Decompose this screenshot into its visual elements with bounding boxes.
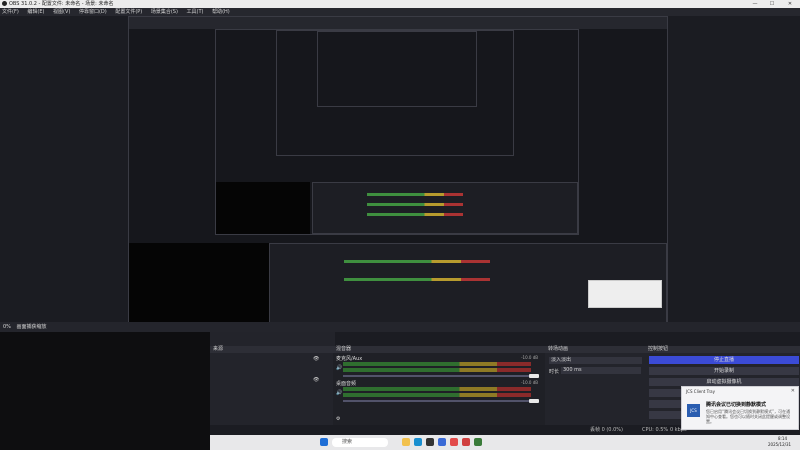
menu-help[interactable]: 帮助(H) — [212, 9, 230, 15]
volume-knob[interactable] — [529, 399, 539, 403]
gear-icon[interactable]: ⚙ — [336, 416, 340, 422]
toast-title: 腾讯会议已切换到静默模式 — [706, 402, 767, 408]
window-titlebar: OBS 31.0.2 - 配置文件: 未命名 - 场景: 未命名 — ☐ ✕ — [0, 0, 800, 8]
edge-icon[interactable] — [414, 438, 422, 446]
visibility-icon[interactable]: 👁 — [313, 377, 319, 383]
transition-select[interactable]: 淡入淡出 — [549, 357, 642, 364]
volume-slider[interactable] — [343, 375, 538, 377]
level-meter — [343, 387, 531, 391]
menu-bar: 文件(F) 编辑(E) 视图(V) 停靠窗口(D) 配置文件(P) 场景集合(S… — [0, 8, 800, 16]
controls-title: 控制按钮 — [645, 346, 800, 353]
duration-label: 时长 — [549, 369, 560, 375]
cpu-usage: CPU: 0.5% — [642, 427, 669, 433]
mixer-track: 桌面音频 -10.0 dB 🔊 — [336, 380, 542, 403]
capture-frame-3 — [276, 30, 514, 156]
capture-frame-2 — [215, 29, 579, 235]
track-db: -10.0 dB — [521, 380, 538, 385]
menu-docks[interactable]: 停靠窗口(D) — [79, 9, 107, 15]
menu-file[interactable]: 文件(F) — [2, 9, 19, 15]
clock-time[interactable]: 8:14 — [778, 436, 787, 441]
transitions-dock: 转场动画 淡入淡出 时长 300 ms — [545, 346, 645, 425]
menu-profile[interactable]: 配置文件(P) — [115, 9, 142, 15]
zoom-value[interactable]: 0% — [3, 324, 11, 330]
file-explorer-icon[interactable] — [402, 438, 410, 446]
obs-logo-icon — [2, 1, 7, 6]
scene-bar: 0% 画面捕获缩放 — [0, 322, 800, 332]
volume-knob[interactable] — [529, 374, 539, 378]
toast-app-name: JCS Client Tray — [686, 389, 715, 394]
sources-title: 来源 — [210, 346, 335, 353]
toast-body: 您已启用“腾讯会议已切换到静默模式”，可在通知中心查看。您也可以随时关闭此提醒或… — [706, 409, 791, 424]
audio-mixer: 混音器 麦克风/Aux -10.0 dB 🔊 桌面音频 -10.0 dB 🔊 ⚙ — [333, 346, 545, 425]
zoom-label[interactable]: 画面捕获缩放 — [17, 324, 47, 330]
capture-frame-1 — [128, 16, 668, 323]
speaker-icon[interactable]: 🔊 — [336, 390, 342, 396]
app-logo-icon: JCS — [687, 404, 700, 417]
level-meter — [343, 393, 531, 397]
menu-edit[interactable]: 编辑(E) — [27, 9, 44, 15]
speaker-icon[interactable]: 🔊 — [336, 365, 342, 371]
level-meter — [343, 362, 531, 366]
menu-scene-collection[interactable]: 场景集合(S) — [151, 9, 178, 15]
start-icon[interactable] — [320, 438, 328, 446]
mixer-track: 麦克风/Aux -10.0 dB 🔊 — [336, 355, 542, 378]
start-virtual-camera-button[interactable]: 启动虚拟摄像机 — [649, 378, 799, 386]
transitions-title: 转场动画 — [545, 346, 645, 353]
volume-slider[interactable] — [343, 400, 538, 402]
windows-taskbar: 搜索 8:14 2025/12/31 — [210, 435, 800, 450]
menu-tools[interactable]: 工具(T) — [187, 9, 204, 15]
scenes-dock — [0, 332, 210, 450]
close-icon[interactable]: ✕ — [791, 388, 795, 394]
store-icon[interactable] — [426, 438, 434, 446]
visibility-icon[interactable]: 👁 — [313, 356, 319, 362]
duration-input[interactable]: 300 ms — [561, 367, 641, 374]
mixer-title: 混音器 — [333, 346, 545, 353]
app-icon[interactable] — [438, 438, 446, 446]
sources-dock: 来源 👁 👁 — [210, 332, 335, 435]
menu-view[interactable]: 视图(V) — [53, 9, 70, 15]
search-box[interactable]: 搜索 — [332, 438, 388, 447]
stop-streaming-button[interactable]: 停止直播 — [649, 356, 799, 364]
track-name: 麦克风/Aux — [336, 356, 363, 362]
toast-notification[interactable]: JCS Client Tray ✕ JCS 腾讯会议已切换到静默模式 您已启用“… — [681, 386, 799, 430]
capture-frame-4 — [317, 31, 477, 107]
app-icon[interactable] — [474, 438, 482, 446]
obs-taskbar-icon[interactable] — [450, 438, 458, 446]
close-button[interactable]: ✕ — [782, 0, 798, 8]
level-meter — [343, 368, 531, 372]
app-icon[interactable] — [462, 438, 470, 446]
track-db: -10.0 dB — [521, 355, 538, 360]
dropped-frames: 丢帧 0 (0.0%) — [590, 427, 623, 433]
start-recording-button[interactable]: 开始录制 — [649, 367, 799, 375]
maximize-button[interactable]: ☐ — [764, 0, 780, 8]
preview-canvas[interactable] — [0, 16, 800, 323]
clock-date[interactable]: 2025/12/31 — [768, 442, 791, 447]
minimize-button[interactable]: — — [747, 0, 763, 8]
track-name: 桌面音频 — [336, 381, 357, 387]
window-title: OBS 31.0.2 - 配置文件: 未命名 - 场景: 未命名 — [9, 1, 114, 7]
